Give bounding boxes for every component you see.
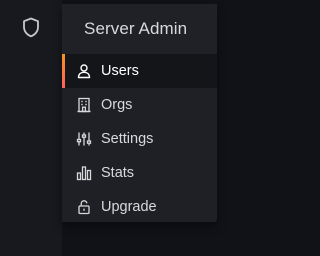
menu-item-upgrade[interactable]: Upgrade — [62, 190, 217, 224]
sliders-icon — [76, 131, 92, 147]
building-icon — [76, 97, 92, 113]
menu-items: Users Orgs Settings Stats Upgrade — [62, 54, 217, 224]
server-admin-menu: Server Admin Users Orgs Settings Stats U… — [62, 4, 217, 222]
menu-item-settings[interactable]: Settings — [62, 122, 217, 156]
menu-header[interactable]: Server Admin — [62, 4, 217, 54]
bar-chart-icon — [76, 165, 92, 181]
menu-item-stats[interactable]: Stats — [62, 156, 217, 190]
shield-icon[interactable] — [19, 15, 43, 39]
menu-item-label: Stats — [101, 164, 135, 181]
sidebar — [0, 0, 62, 256]
menu-item-orgs[interactable]: Orgs — [62, 88, 217, 122]
unlock-icon — [76, 199, 92, 215]
menu-item-label: Users — [101, 62, 139, 79]
menu-item-label: Settings — [101, 130, 154, 147]
menu-item-users[interactable]: Users — [62, 54, 217, 88]
user-icon — [76, 63, 92, 79]
menu-item-label: Orgs — [101, 96, 133, 113]
menu-item-label: Upgrade — [101, 198, 157, 215]
